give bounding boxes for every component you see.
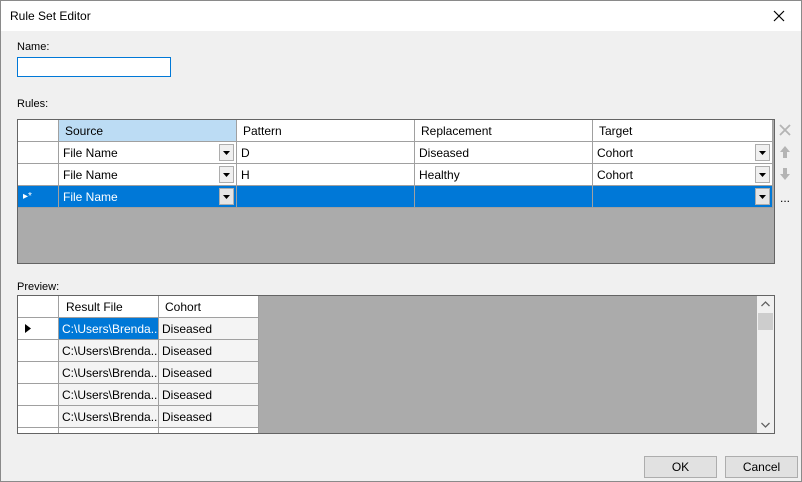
row-header[interactable]: [18, 406, 59, 428]
row-header[interactable]: [18, 340, 59, 362]
close-button[interactable]: [757, 1, 801, 31]
source-combo[interactable]: File Name: [59, 164, 237, 186]
scroll-up-icon[interactable]: [757, 296, 774, 312]
rule-set-editor-window: Rule Set Editor Name: Rules: Source Patt…: [0, 0, 802, 482]
rules-grid[interactable]: Source Pattern Replacement Target File N…: [17, 119, 775, 264]
cohort-cell[interactable]: Diseased: [159, 406, 259, 428]
dropdown-arrow-icon[interactable]: [755, 188, 770, 205]
column-header-cohort[interactable]: Cohort: [159, 296, 259, 318]
column-header-target[interactable]: Target: [593, 120, 773, 142]
dropdown-arrow-icon[interactable]: [219, 188, 234, 205]
preview-row[interactable]: C:\Users\Brenda... Diseased: [18, 406, 259, 428]
preview-header-row: Result File Cohort: [18, 296, 259, 318]
scroll-down-icon[interactable]: [757, 417, 774, 433]
preview-corner-header: [18, 296, 59, 318]
cohort-cell: [159, 428, 259, 433]
scroll-thumb[interactable]: [758, 313, 773, 330]
target-combo[interactable]: [593, 186, 773, 208]
result-file-cell[interactable]: C:\Users\Brenda...: [59, 362, 159, 384]
preview-row[interactable]: C:\Users\Brenda... Diseased: [18, 318, 259, 340]
dropdown-arrow-icon[interactable]: [219, 166, 234, 183]
row-header[interactable]: [18, 362, 59, 384]
target-combo[interactable]: Cohort: [593, 142, 773, 164]
row-header[interactable]: [18, 384, 59, 406]
target-value: Cohort: [597, 146, 634, 160]
more-button[interactable]: ...: [777, 189, 793, 207]
target-value: Cohort: [597, 168, 634, 182]
preview-grid[interactable]: Result File Cohort C:\Users\Brenda... Di…: [17, 295, 775, 434]
preview-vertical-scrollbar[interactable]: [757, 296, 774, 433]
row-header[interactable]: [18, 164, 59, 186]
cancel-button[interactable]: Cancel: [725, 456, 798, 478]
source-combo[interactable]: File Name: [59, 186, 237, 208]
result-file-cell[interactable]: C:\Users\Brenda...: [59, 406, 159, 428]
name-input[interactable]: [17, 57, 171, 77]
source-value: File Name: [63, 190, 118, 204]
dropdown-arrow-icon[interactable]: [755, 144, 770, 161]
preview-row[interactable]: C:\Users\Brenda... Diseased: [18, 340, 259, 362]
row-header[interactable]: [18, 318, 59, 340]
delete-rule-button[interactable]: [777, 121, 793, 139]
result-file-cell: [59, 428, 159, 433]
replacement-cell[interactable]: [415, 186, 593, 208]
new-rule-row[interactable]: ▸* File Name: [18, 186, 773, 208]
new-row-header[interactable]: ▸*: [18, 186, 59, 208]
move-down-button[interactable]: [777, 165, 793, 183]
preview-label: Preview:: [17, 281, 60, 293]
title-bar[interactable]: Rule Set Editor: [1, 1, 801, 31]
source-combo[interactable]: File Name: [59, 142, 237, 164]
cohort-cell[interactable]: Diseased: [159, 340, 259, 362]
arrow-up-icon: [780, 146, 790, 158]
dropdown-arrow-icon[interactable]: [755, 166, 770, 183]
current-row-icon: [25, 324, 31, 333]
move-up-button[interactable]: [777, 143, 793, 161]
result-file-cell[interactable]: C:\Users\Brenda...: [59, 340, 159, 362]
preview-row[interactable]: C:\Users\Brenda... Diseased: [18, 362, 259, 384]
rules-corner-header: [18, 120, 59, 142]
replacement-cell[interactable]: Diseased: [415, 142, 593, 164]
result-file-cell[interactable]: C:\Users\Brenda...: [59, 384, 159, 406]
column-header-result-file[interactable]: Result File: [59, 296, 159, 318]
rule-row[interactable]: File Name D Diseased Cohort: [18, 142, 773, 164]
row-header[interactable]: [18, 142, 59, 164]
row-header: [18, 428, 59, 433]
source-value: File Name: [63, 168, 118, 182]
ok-button[interactable]: OK: [644, 456, 717, 478]
rules-header-row: Source Pattern Replacement Target: [18, 120, 773, 142]
arrow-down-icon: [780, 168, 790, 180]
cohort-cell[interactable]: Diseased: [159, 318, 259, 340]
replacement-cell[interactable]: Healthy: [415, 164, 593, 186]
delete-icon: [779, 124, 791, 136]
close-icon: [773, 10, 785, 22]
cohort-cell[interactable]: Diseased: [159, 384, 259, 406]
column-header-source[interactable]: Source: [59, 120, 237, 142]
dropdown-arrow-icon[interactable]: [219, 144, 234, 161]
name-label: Name:: [17, 41, 50, 53]
window-title: Rule Set Editor: [10, 9, 91, 23]
pattern-cell[interactable]: H: [237, 164, 415, 186]
column-header-pattern[interactable]: Pattern: [237, 120, 415, 142]
column-header-replacement[interactable]: Replacement: [415, 120, 593, 142]
result-file-cell[interactable]: C:\Users\Brenda...: [59, 318, 159, 340]
source-value: File Name: [63, 146, 118, 160]
pattern-cell[interactable]: D: [237, 142, 415, 164]
preview-row[interactable]: C:\Users\Brenda... Diseased: [18, 384, 259, 406]
rule-row[interactable]: File Name H Healthy Cohort: [18, 164, 773, 186]
target-combo[interactable]: Cohort: [593, 164, 773, 186]
rules-label: Rules:: [17, 98, 49, 110]
pattern-cell[interactable]: [237, 186, 415, 208]
preview-row-partial: [18, 428, 259, 433]
cohort-cell[interactable]: Diseased: [159, 362, 259, 384]
